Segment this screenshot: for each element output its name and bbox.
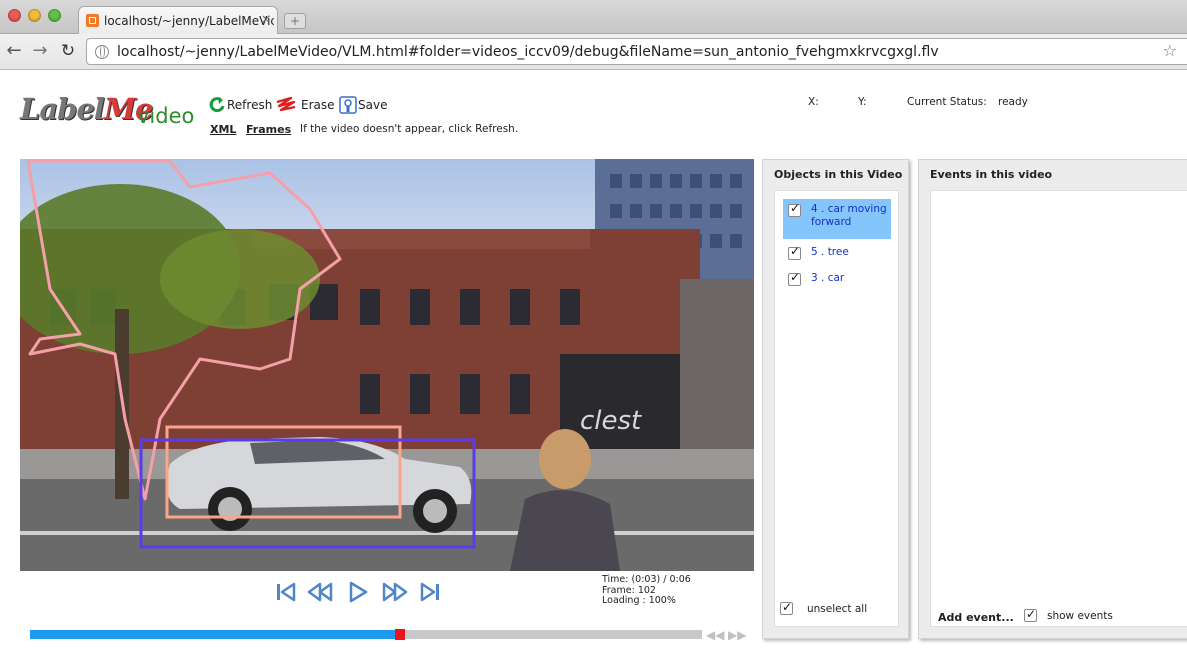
refresh-label: Refresh xyxy=(227,98,273,112)
xml-link[interactable]: XML xyxy=(210,123,236,136)
refresh-hint: If the video doesn't appear, click Refre… xyxy=(300,123,519,135)
events-panel-title: Events in this video xyxy=(930,168,1053,181)
svg-text:clest: clest xyxy=(580,406,642,436)
events-panel: Events in this video Add event... show e… xyxy=(918,159,1187,639)
labelme-video-logo: LabelMe video xyxy=(20,92,195,128)
tab-title: localhost/~jenny/LabelMeVic xyxy=(104,14,274,28)
unselect-all-checkbox[interactable] xyxy=(780,600,793,615)
object-label[interactable]: 3 . car xyxy=(811,272,889,285)
unselect-all-label: unselect all xyxy=(807,603,868,615)
previous-frame-icon[interactable]: ◀◀ xyxy=(706,628,724,642)
object-visibility-checkbox[interactable] xyxy=(788,271,801,286)
object-label[interactable]: 5 . tree xyxy=(811,246,889,259)
y-coordinate-label: Y: xyxy=(858,96,867,108)
timeline-track[interactable] xyxy=(30,629,702,640)
current-status-label: Current Status: xyxy=(907,96,987,108)
browser-toolbar: ← → ↻ localhost/~jenny/LabelMeVideo/VLM.… xyxy=(0,34,1187,70)
save-button[interactable]: Save xyxy=(339,96,391,114)
browser-tab-bar: localhost/~jenny/LabelMeVic × + xyxy=(0,0,1187,34)
save-label: Save xyxy=(358,98,388,112)
back-arrow-icon[interactable]: ← xyxy=(4,40,24,62)
objects-panel: Objects in this Video 4 . car moving for… xyxy=(762,159,909,639)
skip-to-end-icon xyxy=(420,582,439,602)
erase-button[interactable]: Erase xyxy=(275,96,335,114)
bookmark-star-icon[interactable]: ☆ xyxy=(1163,41,1177,60)
globe-icon xyxy=(95,45,109,59)
timeline-progress xyxy=(30,630,400,639)
next-frame-icon[interactable]: ▶▶ xyxy=(728,628,746,642)
object-label[interactable]: 4 . car moving forward xyxy=(811,203,889,229)
timeline-scrubber-handle[interactable] xyxy=(395,629,405,640)
play-icon xyxy=(349,581,368,603)
forward-arrow-icon[interactable]: → xyxy=(30,40,50,62)
erase-label: Erase xyxy=(301,98,335,112)
refresh-icon xyxy=(209,97,225,113)
skip-to-end-button[interactable] xyxy=(418,581,442,603)
browser-tab[interactable]: localhost/~jenny/LabelMeVic × xyxy=(78,6,278,34)
object-item-car-moving-forward[interactable]: 4 . car moving forward xyxy=(783,199,891,239)
close-window-icon[interactable] xyxy=(8,9,21,22)
fast-forward-icon xyxy=(382,582,408,602)
x-coordinate-label: X: xyxy=(808,96,819,108)
frames-link[interactable]: Frames xyxy=(246,123,291,136)
current-status-value: ready xyxy=(998,96,1028,108)
rewind-button[interactable] xyxy=(306,581,333,603)
reload-icon[interactable]: ↻ xyxy=(58,40,78,62)
objects-panel-title: Objects in this Video xyxy=(774,168,903,181)
loading-readout: Loading : 100% xyxy=(602,595,676,606)
save-icon xyxy=(339,96,357,114)
object-item-car[interactable]: 3 . car xyxy=(783,268,891,290)
video-frame: clest xyxy=(20,159,754,571)
events-list xyxy=(930,190,1187,627)
video-canvas[interactable]: clest xyxy=(20,159,754,571)
add-event-link[interactable]: Add event... xyxy=(938,611,1014,624)
tab-close-icon[interactable]: × xyxy=(261,12,271,26)
play-button[interactable] xyxy=(346,581,370,603)
new-tab-button[interactable]: + xyxy=(284,13,306,29)
show-events-checkbox[interactable] xyxy=(1024,607,1037,622)
url-text[interactable]: localhost/~jenny/LabelMeVideo/VLM.html#f… xyxy=(117,44,939,60)
minimize-window-icon[interactable] xyxy=(28,9,41,22)
refresh-button[interactable]: Refresh xyxy=(208,96,273,114)
rewind-icon xyxy=(307,582,333,602)
zoom-window-icon[interactable] xyxy=(48,9,61,22)
skip-to-start-button[interactable] xyxy=(274,581,298,603)
object-item-tree[interactable]: 5 . tree xyxy=(783,242,891,264)
favicon-icon xyxy=(86,14,99,27)
object-visibility-checkbox[interactable] xyxy=(788,245,801,260)
erase-scribble-icon xyxy=(276,96,296,112)
time-readout: Time: (0:03) / 0:06 xyxy=(602,574,691,585)
object-visibility-checkbox[interactable] xyxy=(788,202,801,217)
objects-list: 4 . car moving forward 5 . tree 3 . car xyxy=(774,190,899,627)
playback-info: Time: (0:03) / 0:06 Frame: 102 Loading :… xyxy=(602,574,691,607)
skip-to-start-icon xyxy=(277,582,296,602)
address-bar[interactable]: localhost/~jenny/LabelMeVideo/VLM.html#f… xyxy=(86,38,1187,65)
show-events-label: show events xyxy=(1047,610,1113,622)
fast-forward-button[interactable] xyxy=(381,581,408,603)
